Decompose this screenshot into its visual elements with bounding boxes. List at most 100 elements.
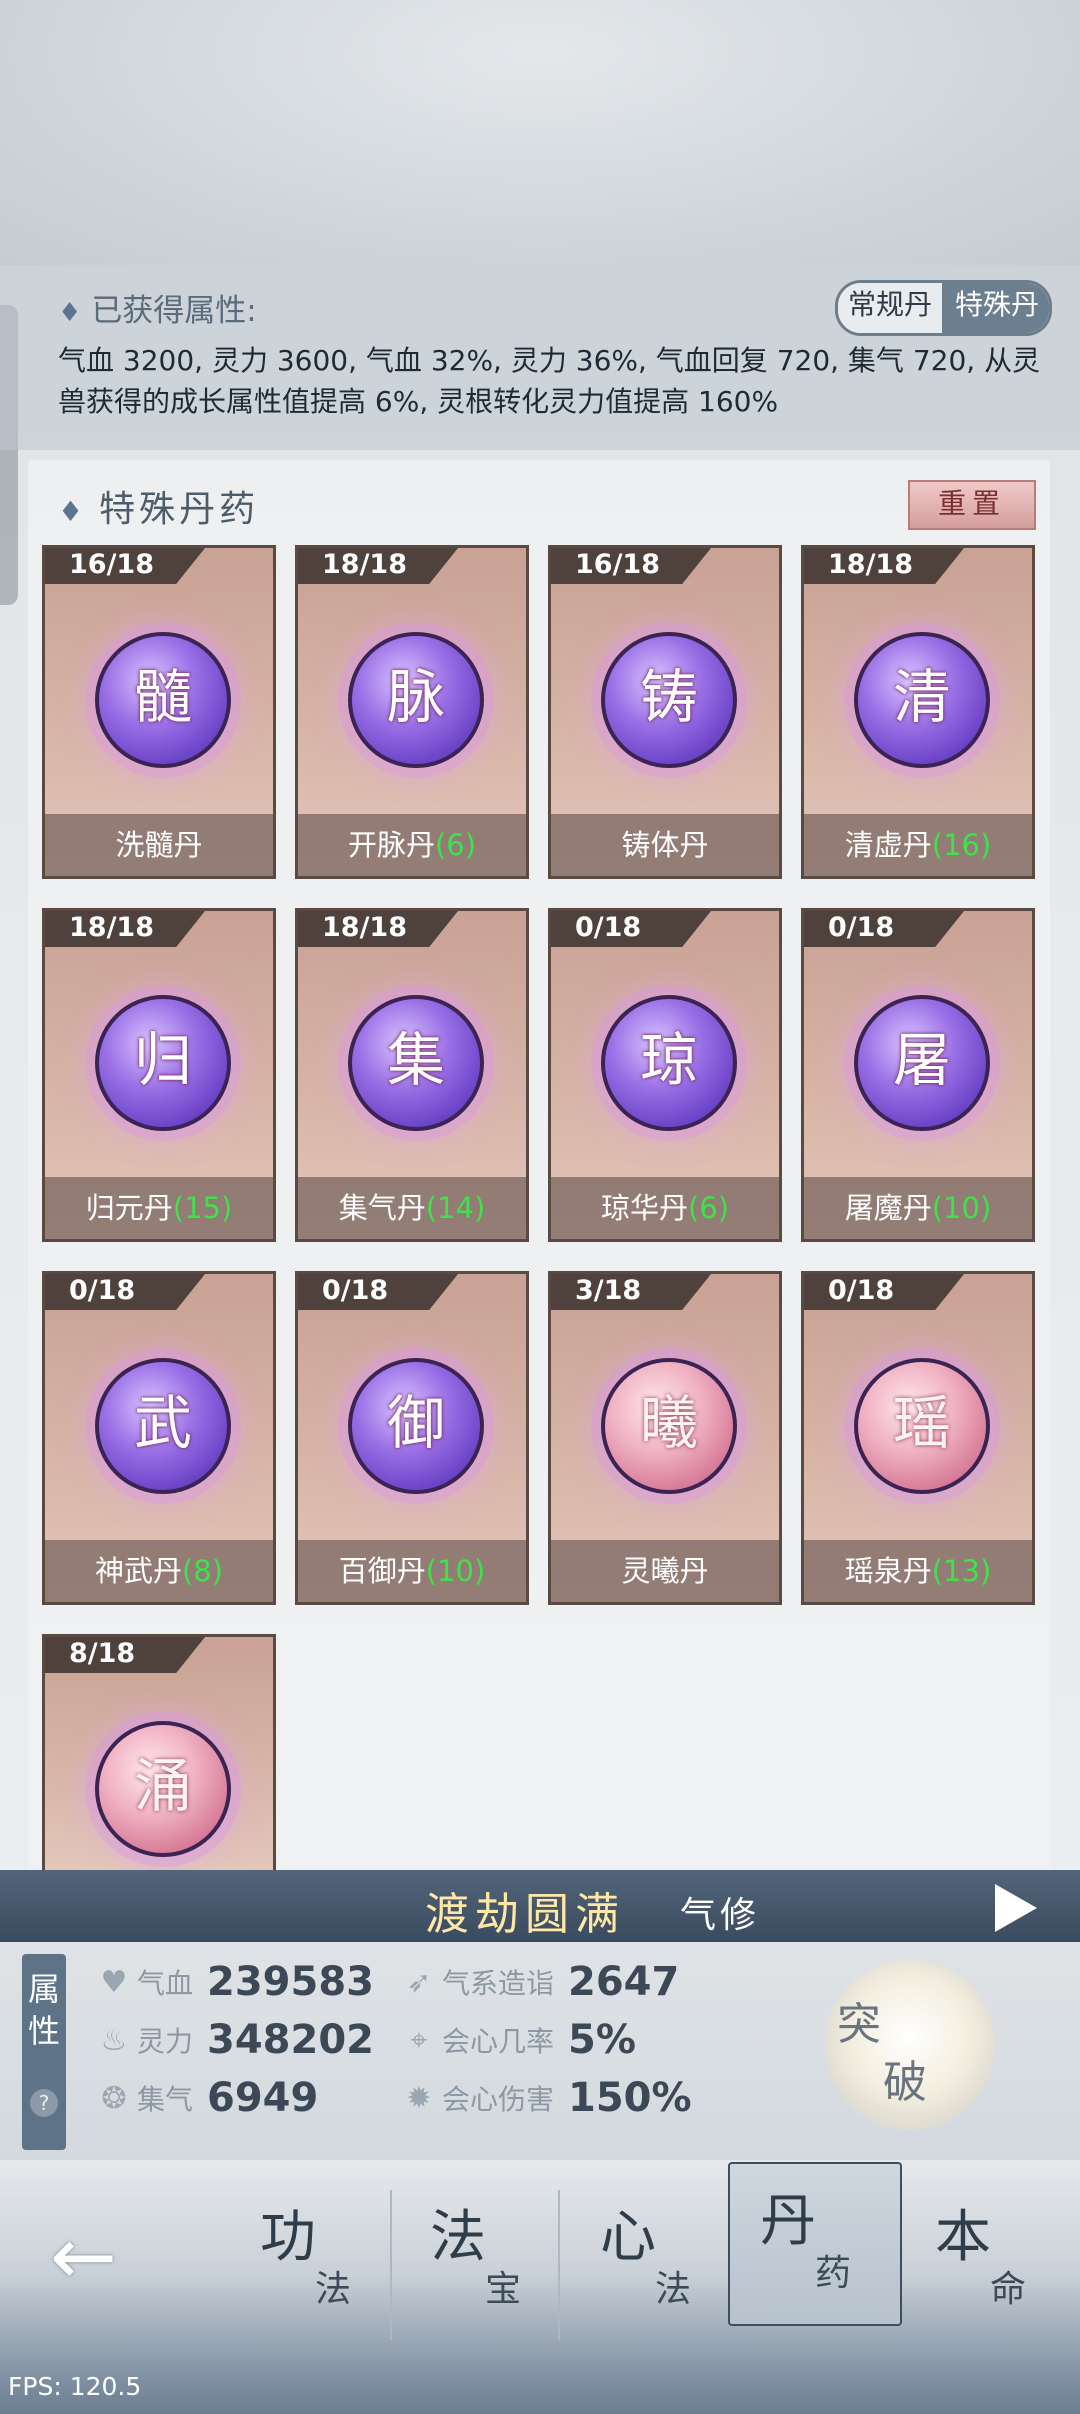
breakthrough-char-2: 破	[883, 2057, 927, 2108]
pill-name-bar: 铸体丹	[551, 814, 779, 876]
pill-glyph: 瑶	[892, 1389, 951, 1457]
pill-count: 8/18	[69, 1638, 136, 1669]
back-arrow-icon[interactable]: ←	[50, 2210, 117, 2303]
stat-charge: ❂ 集气 6949	[95, 2072, 318, 2124]
pill-name: 瑶泉丹	[844, 1554, 932, 1588]
tab-xinfa[interactable]: 心 法	[570, 2180, 740, 2340]
pill-orb-icon: 御	[348, 1358, 484, 1494]
top-backdrop	[0, 0, 1080, 265]
breakthrough-char-1: 突	[837, 1999, 881, 2050]
pill-count: 0/18	[69, 1275, 136, 1306]
pill-bonus: (10)	[425, 1554, 486, 1588]
tab-danyao-small: 药	[815, 2253, 852, 2294]
attribute-summary: 气血 3200, 灵力 3600, 气血 32%, 灵力 36%, 气血回复 7…	[58, 344, 1041, 418]
pill-name: 清虚丹	[844, 828, 932, 862]
pill-glyph: 清	[892, 663, 951, 731]
stat-charge-label: 集气	[137, 2083, 194, 2116]
diamond-icon: ♦	[58, 298, 82, 328]
stats-panel: 属 性 ? ♥ 气血 239583 ♨ 灵力 348202 ❂ 集气 6949 …	[0, 1942, 1080, 2160]
help-icon[interactable]: ?	[30, 2089, 58, 2117]
pill-card[interactable]: 0/18 御百御丹(10)	[295, 1271, 529, 1605]
breakthrough-button[interactable]: 突 破	[825, 1960, 995, 2130]
pill-card[interactable]: 16/18 髓洗髓丹	[42, 545, 276, 879]
pill-count: 3/18	[575, 1275, 642, 1306]
realm-title: 渡劫圆满	[425, 1889, 625, 1940]
stat-crit: ⌖ 会心几率 5%	[400, 2014, 636, 2066]
pill-card[interactable]: 18/18 归归元丹(15)	[42, 908, 276, 1242]
pill-name-bar: 琼华丹(6)	[551, 1177, 779, 1239]
pill-count: 16/18	[69, 549, 155, 580]
pill-name: 归元丹	[85, 1191, 173, 1225]
pill-orb-icon: 集	[348, 995, 484, 1131]
attribute-tag: 属 性 ?	[22, 1954, 66, 2150]
pill-card[interactable]: 18/18 集集气丹(14)	[295, 908, 529, 1242]
burst-icon: ✹	[406, 2080, 432, 2116]
toggle-special-pill[interactable]: 特殊丹	[945, 283, 1050, 333]
pill-count: 0/18	[322, 1275, 389, 1306]
tab-benming[interactable]: 本 命	[905, 2180, 1075, 2340]
tab-xinfa-small: 法	[655, 2269, 692, 2310]
realm-bar: 渡劫圆满 气修	[0, 1870, 1080, 1942]
pill-orb-icon: 涌	[95, 1721, 231, 1857]
tab-fabao-small: 宝	[485, 2269, 522, 2310]
pill-card[interactable]: 3/18 曦灵曦丹	[548, 1271, 782, 1605]
attribute-title: ♦ 已获得属性:	[58, 285, 257, 330]
pill-orb-icon: 武	[95, 1358, 231, 1494]
stat-mastery: ➶ 气系造诣 2647	[400, 1956, 679, 2008]
special-pill-panel: ♦ 特殊丹药 重置 16/18 髓洗髓丹 18/18 脉开脉丹(6) 16/18 铸铸体丹 1…	[28, 460, 1050, 1874]
pill-card[interactable]: 0/18 武神武丹(8)	[42, 1271, 276, 1605]
pill-card[interactable]: 8/18 涌	[42, 1634, 276, 1874]
pill-name-bar: 开脉丹(6)	[298, 814, 526, 876]
pill-name-bar: 神武丹(8)	[45, 1540, 273, 1602]
toggle-regular-pill[interactable]: 常规丹	[838, 283, 946, 333]
pill-orb-icon: 清	[854, 632, 990, 768]
tab-gongfa-small: 法	[315, 2269, 352, 2310]
attribute-tag-char-2: 性	[27, 2012, 60, 2050]
stat-charge-value: 6949	[207, 2075, 319, 2121]
pill-glyph: 曦	[639, 1389, 698, 1457]
pill-glyph: 髓	[133, 663, 192, 731]
pill-glyph: 御	[386, 1389, 445, 1457]
attribute-banner: ♦ 已获得属性: 常规丹 特殊丹 气血 3200, 灵力 3600, 气血 32%…	[0, 265, 1080, 450]
pill-glyph: 涌	[133, 1752, 192, 1820]
stat-mp-value: 348202	[207, 2017, 375, 2063]
stat-mastery-label: 气系造诣	[442, 1967, 555, 2000]
pill-card[interactable]: 0/18 屠屠魔丹(10)	[801, 908, 1035, 1242]
pill-glyph: 琼	[639, 1026, 698, 1094]
heart-icon: ♥	[100, 1964, 128, 2000]
pill-type-toggle[interactable]: 常规丹 特殊丹	[835, 280, 1053, 336]
pill-name: 神武丹	[94, 1554, 182, 1588]
tab-fabao[interactable]: 法 宝	[400, 2180, 570, 2340]
tab-benming-small: 命	[990, 2269, 1027, 2310]
pill-card[interactable]: 0/18 瑶瑶泉丹(13)	[801, 1271, 1035, 1605]
pill-glyph: 铸	[639, 663, 698, 731]
pill-count: 18/18	[69, 912, 155, 943]
stat-hp-value: 239583	[207, 1959, 375, 2005]
pill-card[interactable]: 18/18 清清虚丹(16)	[801, 545, 1035, 879]
pill-card[interactable]: 0/18 琼琼华丹(6)	[548, 908, 782, 1242]
play-icon[interactable]	[995, 1884, 1037, 1932]
stat-mp: ♨ 灵力 348202	[95, 2014, 374, 2066]
stat-hp: ♥ 气血 239583	[95, 1956, 374, 2008]
pill-orb-icon: 屠	[854, 995, 990, 1131]
pill-bonus: (10)	[931, 1191, 992, 1225]
bottom-nav: ← 功 法 法 宝 心 法 丹 药 本 命	[0, 2160, 1080, 2414]
panel-title: ♦ 特殊丹药	[58, 480, 259, 532]
stat-hp-label: 气血	[137, 1967, 194, 2000]
tab-danyao[interactable]: 丹 药	[728, 2162, 902, 2326]
pill-bonus: (6)	[434, 828, 477, 862]
stat-crit-label: 会心几率	[442, 2025, 555, 2058]
reset-button[interactable]: 重置	[908, 480, 1036, 530]
attribute-title-text: 已获得属性:	[91, 293, 257, 329]
tab-gongfa[interactable]: 功 法	[230, 2180, 400, 2340]
pill-count: 0/18	[575, 912, 642, 943]
fps-counter: FPS: 120.5	[8, 2372, 142, 2401]
pill-bonus: (8)	[181, 1554, 224, 1588]
pill-card[interactable]: 16/18 铸铸体丹	[548, 545, 782, 879]
pill-name-bar: 清虚丹(16)	[804, 814, 1032, 876]
crosshair-icon: ⌖	[410, 2022, 428, 2058]
tab-xinfa-big: 心	[600, 2205, 656, 2270]
stat-crit-damage-value: 150%	[568, 2075, 692, 2121]
pill-card[interactable]: 18/18 脉开脉丹(6)	[295, 545, 529, 879]
pill-name: 百御丹	[338, 1554, 426, 1588]
